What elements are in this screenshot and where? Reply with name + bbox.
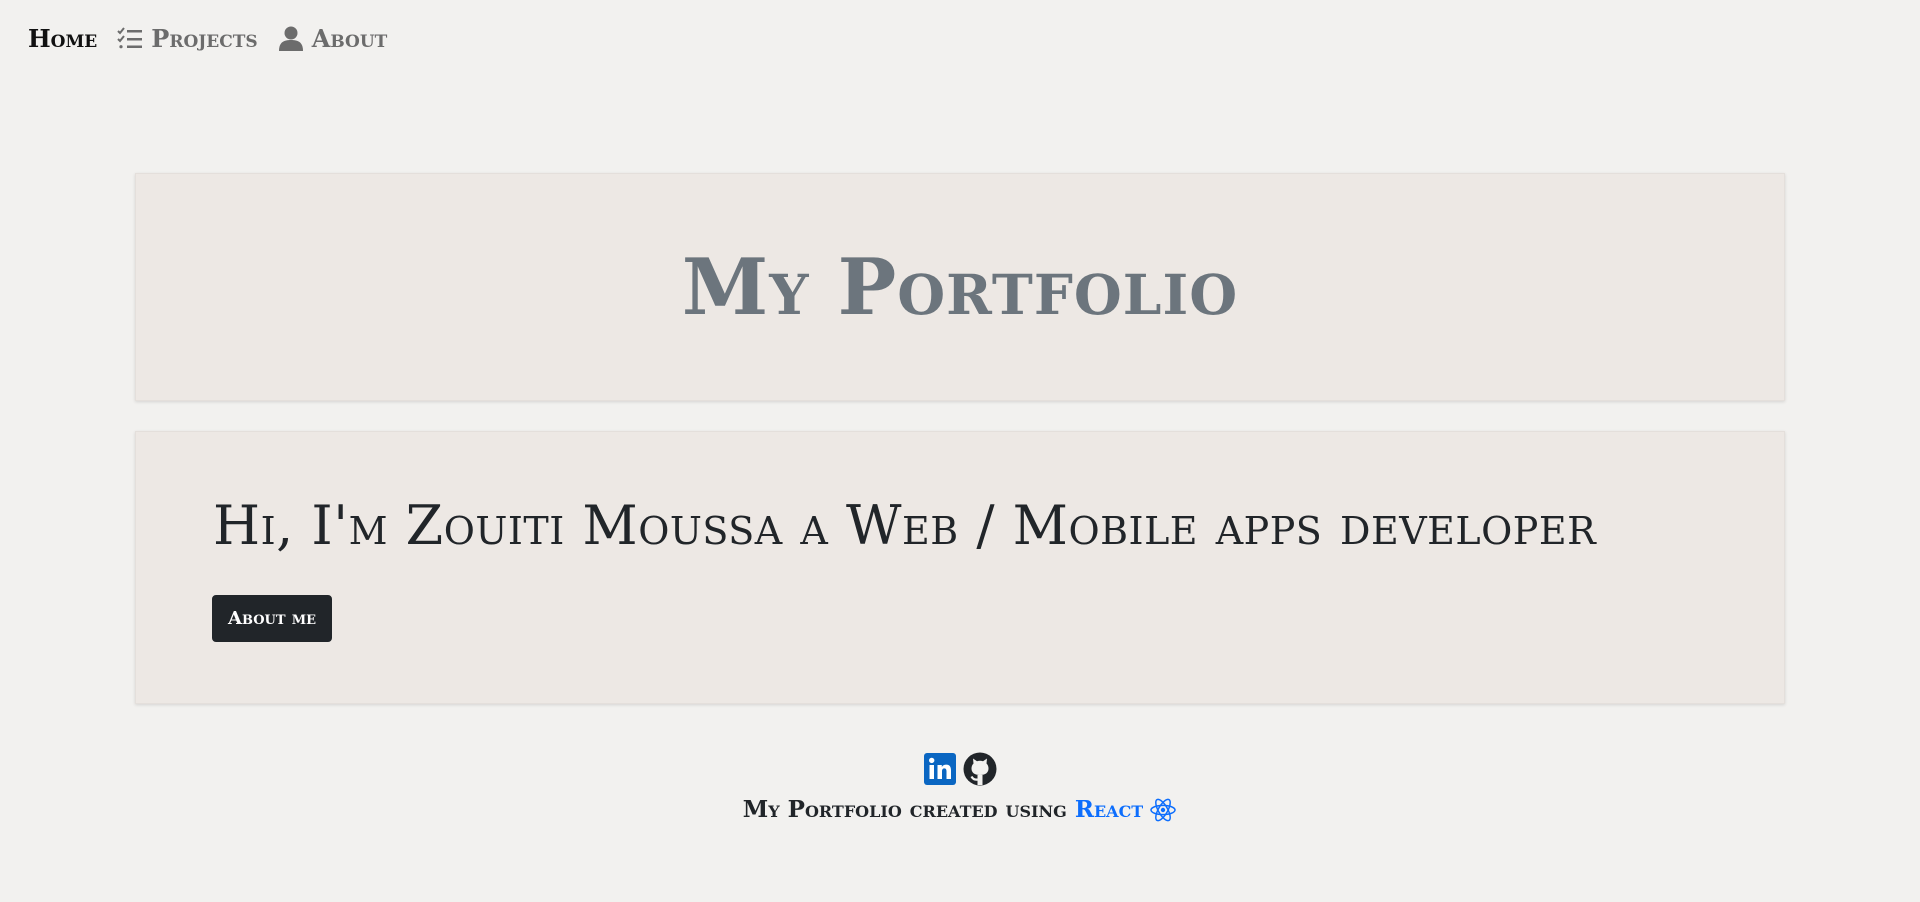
hero-title: My Portfolio xyxy=(681,241,1239,333)
intro-card: Hi, I'm Zouiti Moussa a Web / Mobile app… xyxy=(135,431,1785,704)
checklist-icon xyxy=(117,27,143,49)
about-me-button[interactable]: About me xyxy=(212,595,333,642)
footer-credit: My Portfolio created using React xyxy=(0,796,1920,823)
nav-home-label: Home xyxy=(28,23,98,53)
github-link[interactable] xyxy=(963,752,997,786)
user-icon xyxy=(278,26,303,51)
nav-projects-link[interactable]: Projects xyxy=(117,23,258,53)
linkedin-icon xyxy=(924,753,956,785)
navbar: Home Projects About xyxy=(0,0,1920,76)
intro-heading: Hi, I'm Zouiti Moussa a Web / Mobile app… xyxy=(213,494,1597,557)
react-icon xyxy=(1150,798,1176,821)
nav-projects-label: Projects xyxy=(151,23,258,53)
social-links xyxy=(0,752,1920,786)
hero-card: My Portfolio xyxy=(135,173,1785,401)
react-link[interactable]: React xyxy=(1075,796,1143,823)
github-icon xyxy=(963,752,997,786)
nav-home-link[interactable]: Home xyxy=(28,24,97,53)
nav-about-label: About xyxy=(311,23,388,53)
nav-about-link[interactable]: About xyxy=(278,23,388,53)
footer-text: My Portfolio created using xyxy=(742,796,1067,823)
footer: My Portfolio created using React xyxy=(0,752,1920,823)
linkedin-link[interactable] xyxy=(923,752,957,786)
